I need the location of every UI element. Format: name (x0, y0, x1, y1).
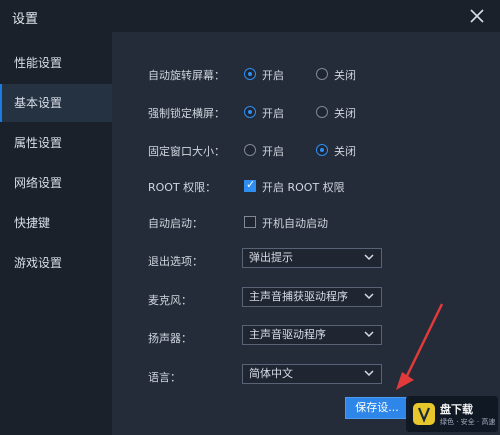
sidebar-item-label: 属性设置 (14, 136, 63, 150)
exit-option-select[interactable]: 弹出提示 (242, 248, 382, 268)
root-option-label: 开启 ROOT 权限 (262, 181, 345, 194)
auto-rotate-off-label: 关闭 (334, 69, 356, 82)
watermark-subtitle: 绿色 · 安全 · 高速 (440, 418, 496, 426)
sidebar-item-label: 游戏设置 (14, 256, 63, 270)
force-landscape-on-radio[interactable] (244, 106, 256, 118)
autostart-label: 自动启动： (148, 217, 203, 230)
fixed-window-on-radio[interactable] (244, 144, 256, 156)
watermark: 盘下载 绿色 · 安全 · 高速 (406, 396, 498, 432)
exit-option-label: 退出选项： (148, 255, 203, 268)
force-landscape-on-label: 开启 (262, 107, 284, 120)
root-checkbox[interactable] (244, 178, 256, 192)
sidebar-item-properties[interactable]: 属性设置 (0, 124, 112, 162)
red-arrow-annotation (396, 303, 444, 390)
fixed-window-label: 固定窗口大小： (148, 145, 225, 158)
autostart-checkbox[interactable] (244, 216, 256, 228)
fixed-window-off-label: 关闭 (334, 145, 356, 158)
root-label: ROOT 权限： (148, 181, 217, 194)
sidebar-item-label: 网络设置 (14, 176, 63, 190)
auto-rotate-off-radio[interactable] (316, 68, 328, 80)
close-icon[interactable] (466, 5, 488, 27)
sidebar: 性能设置 基本设置 属性设置 网络设置 快捷键 游戏设置 (0, 32, 112, 435)
watermark-title: 盘下载 (440, 403, 473, 416)
title-bar: 设置 (0, 0, 500, 32)
mic-label: 麦克风： (148, 294, 192, 307)
chevron-down-icon (364, 254, 374, 261)
language-label: 语言： (148, 371, 181, 384)
exit-option-value: 弹出提示 (249, 251, 293, 264)
mic-select[interactable]: 主声音捕获驱动程序 (242, 287, 382, 307)
force-landscape-off-radio[interactable] (316, 106, 328, 118)
chevron-down-icon (364, 331, 374, 338)
language-select[interactable]: 简体中文 (242, 364, 382, 384)
auto-rotate-on-label: 开启 (262, 69, 284, 82)
mic-value: 主声音捕获驱动程序 (249, 290, 348, 303)
sidebar-item-label: 性能设置 (14, 56, 63, 70)
chevron-down-icon (364, 293, 374, 300)
speaker-value: 主声音驱动程序 (249, 328, 326, 341)
save-button[interactable]: 保存设... (345, 397, 409, 419)
watermark-logo-icon (413, 403, 435, 425)
sidebar-item-network[interactable]: 网络设置 (0, 164, 112, 202)
sidebar-item-label: 基本设置 (14, 96, 63, 110)
fixed-window-on-label: 开启 (262, 145, 284, 158)
language-value: 简体中文 (249, 367, 293, 380)
speaker-select[interactable]: 主声音驱动程序 (242, 325, 382, 345)
sidebar-item-label: 快捷键 (14, 216, 51, 230)
sidebar-item-basic[interactable]: 基本设置 (0, 84, 112, 122)
auto-rotate-on-radio[interactable] (244, 68, 256, 80)
force-landscape-off-label: 关闭 (334, 107, 356, 120)
force-landscape-label: 强制锁定横屏： (148, 107, 225, 120)
window-title: 设置 (12, 12, 39, 27)
fixed-window-off-radio[interactable] (316, 144, 328, 156)
auto-rotate-label: 自动旋转屏幕： (148, 69, 225, 82)
sidebar-item-shortcuts[interactable]: 快捷键 (0, 204, 112, 242)
autostart-option-label: 开机自动启动 (262, 217, 328, 230)
speaker-label: 扬声器： (148, 332, 192, 345)
sidebar-item-game[interactable]: 游戏设置 (0, 244, 112, 282)
sidebar-item-performance[interactable]: 性能设置 (0, 44, 112, 82)
chevron-down-icon (364, 370, 374, 377)
